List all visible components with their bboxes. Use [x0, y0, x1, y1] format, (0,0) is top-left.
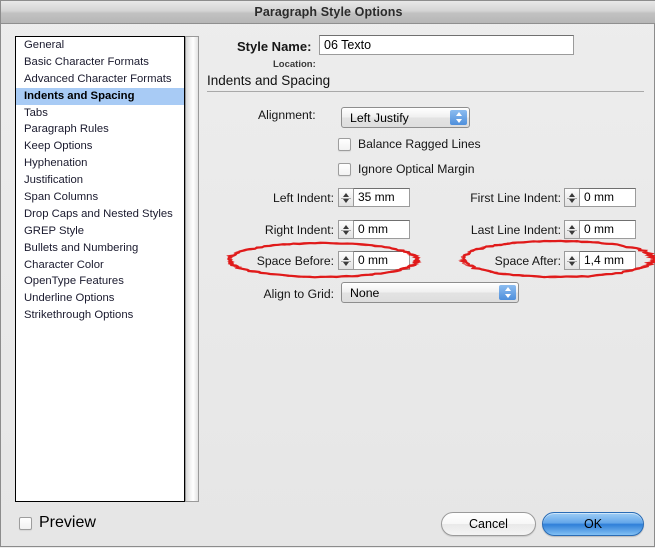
sidebar-item-label: Underline Options [24, 292, 115, 305]
sidebar-item-label: Basic Character Formats [24, 55, 149, 68]
sidebar-item-general[interactable]: General [16, 37, 184, 54]
checkbox-icon [338, 162, 351, 176]
last-line-indent-stepper[interactable] [564, 220, 579, 239]
alignment-value: Left Justify [350, 110, 409, 125]
sidebar-item-label: Advanced Character Formats [24, 72, 172, 85]
sidebar-item-label: Character Color [24, 258, 104, 271]
section-heading: Indents and Spacing [207, 73, 644, 92]
alignment-label: Alignment: [258, 108, 316, 122]
chevron-updown-icon [450, 110, 467, 125]
space-before-value[interactable]: 0 mm [353, 251, 410, 270]
sidebar-item-label: Bullets and Numbering [24, 241, 139, 254]
sidebar-item-label: Paragraph Rules [24, 123, 109, 136]
align-to-grid-value: None [350, 285, 380, 300]
left-indent-label: Left Indent: [273, 191, 334, 205]
sidebar-item-drop-caps-and-nested-styles[interactable]: Drop Caps and Nested Styles [16, 206, 184, 223]
first-line-indent-stepper[interactable] [564, 188, 579, 207]
sidebar-item-span-columns[interactable]: Span Columns [16, 189, 184, 206]
paragraph-style-options-dialog: Paragraph Style Options General Basic Cha… [0, 0, 655, 547]
align-to-grid-label: Align to Grid: [263, 287, 334, 301]
preview-checkbox[interactable]: Preview [19, 514, 96, 532]
sidebar-item-label: Hyphenation [24, 157, 88, 170]
sidebar-item-advanced-character-formats[interactable]: Advanced Character Formats [16, 71, 184, 88]
style-name-input[interactable] [319, 35, 574, 55]
sidebar-item-underline-options[interactable]: Underline Options [16, 290, 184, 307]
alignment-row: Alignment: [258, 108, 316, 122]
right-indent-value[interactable]: 0 mm [353, 220, 410, 239]
last-line-indent-label: Last Line Indent: [470, 223, 561, 237]
cancel-button[interactable]: Cancel [441, 512, 536, 536]
sidebar-item-label: GREP Style [24, 224, 85, 237]
checkbox-icon [19, 516, 32, 530]
sidebar-item-justification[interactable]: Justification [16, 172, 184, 189]
sidebar-item-grep-style[interactable]: GREP Style [16, 223, 184, 240]
sidebar-item-basic-character-formats[interactable]: Basic Character Formats [16, 54, 184, 71]
sidebar-item-label: Justification [24, 174, 84, 187]
sidebar-item-label: Keep Options [24, 140, 93, 153]
balance-ragged-lines-label: Balance Ragged Lines [358, 137, 481, 151]
sidebar-item-strikethrough-options[interactable]: Strikethrough Options [16, 307, 184, 324]
sidebar-item-label: Tabs [24, 106, 48, 119]
first-line-indent-label: First Line Indent: [470, 191, 561, 205]
sidebar-item-bullets-and-numbering[interactable]: Bullets and Numbering [16, 240, 184, 257]
space-after-stepper[interactable] [564, 251, 579, 270]
ignore-optical-margin-checkbox[interactable]: Ignore Optical Margin [338, 162, 475, 176]
right-indent-label: Right Indent: [264, 223, 334, 237]
space-before-stepper[interactable] [338, 251, 353, 270]
category-list-scrollbar[interactable] [185, 36, 199, 502]
first-line-indent-value[interactable]: 0 mm [579, 188, 636, 207]
sidebar-item-hyphenation[interactable]: Hyphenation [16, 155, 184, 172]
sidebar-item-label: Span Columns [24, 191, 99, 204]
balance-ragged-lines-checkbox[interactable]: Balance Ragged Lines [338, 137, 481, 151]
style-name-label: Style Name: [237, 39, 312, 54]
space-after-value[interactable]: 1,4 mm [579, 251, 636, 270]
category-list[interactable]: General Basic Character Formats Advanced C… [15, 36, 185, 502]
location-label: Location: [273, 59, 316, 70]
checkbox-icon [338, 137, 351, 151]
sidebar-item-label: Strikethrough Options [24, 309, 134, 322]
sidebar-item-label: Drop Caps and Nested Styles [24, 207, 173, 220]
ok-button[interactable]: OK [542, 512, 644, 536]
alignment-select[interactable]: Left Justify [341, 107, 470, 128]
space-before-label: Space Before: [256, 254, 334, 268]
sidebar-item-paragraph-rules[interactable]: Paragraph Rules [16, 121, 184, 138]
right-indent-stepper[interactable] [338, 220, 353, 239]
left-indent-stepper[interactable] [338, 188, 353, 207]
sidebar-item-label: Indents and Spacing [24, 89, 135, 102]
sidebar-item-indents-and-spacing[interactable]: Indents and Spacing [16, 87, 184, 105]
sidebar-item-label: OpenType Features [24, 275, 124, 288]
left-indent-value[interactable]: 35 mm [353, 188, 410, 207]
dialog-titlebar: Paragraph Style Options [1, 1, 655, 24]
align-to-grid-select[interactable]: None [341, 282, 519, 303]
ignore-optical-margin-label: Ignore Optical Margin [358, 162, 475, 176]
sidebar-item-keep-options[interactable]: Keep Options [16, 138, 184, 155]
dialog-title: Paragraph Style Options [254, 5, 403, 19]
last-line-indent-value[interactable]: 0 mm [579, 220, 636, 239]
space-after-label: Space After: [494, 254, 561, 268]
sidebar-item-opentype-features[interactable]: OpenType Features [16, 273, 184, 290]
chevron-updown-icon [499, 285, 516, 300]
sidebar-item-character-color[interactable]: Character Color [16, 257, 184, 274]
sidebar-item-tabs[interactable]: Tabs [16, 105, 184, 122]
sidebar-item-label: General [24, 39, 65, 51]
preview-label: Preview [39, 514, 96, 531]
